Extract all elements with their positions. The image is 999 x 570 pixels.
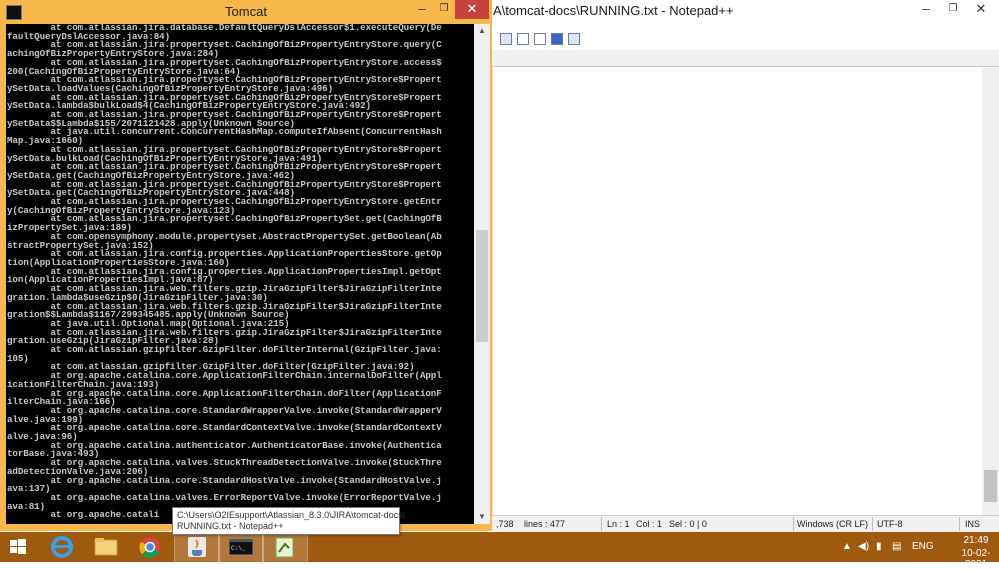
status-selection: Sel : 0 | 0: [669, 519, 707, 529]
npp-close-icon[interactable]: ✕: [966, 0, 996, 20]
tomcat-titlebar[interactable]: Tomcat – ❐ ✕: [0, 0, 492, 24]
notepadpp-statusbar: ,738 lines : 477 Ln : 1 Col : 1 Sel : 0 …: [492, 515, 999, 533]
folder-icon: [94, 538, 118, 556]
npp-minimize-icon[interactable]: –: [912, 0, 940, 20]
tomcat-maximize-icon[interactable]: ❐: [433, 0, 455, 20]
taskbar-console[interactable]: C:\_: [218, 532, 264, 562]
taskbar-java-app[interactable]: [174, 532, 220, 562]
java-icon: [188, 537, 206, 557]
internet-explorer-icon: [51, 536, 73, 558]
status-column: Col : 1: [636, 519, 663, 529]
status-line: Ln : 1: [607, 519, 630, 529]
volume-icon[interactable]: ◀): [858, 541, 869, 552]
show-hidden-icons-icon[interactable]: ▲: [842, 541, 852, 552]
taskbar-notepadpp[interactable]: [262, 532, 308, 562]
taskbar-file-explorer[interactable]: [84, 532, 128, 562]
tomcat-close-icon[interactable]: ✕: [455, 0, 489, 19]
macro-record-icon[interactable]: [500, 33, 512, 45]
notepadpp-toolbar: [492, 28, 999, 51]
start-button[interactable]: [0, 532, 44, 562]
status-lines: lines : 477: [524, 519, 566, 529]
notepadpp-editor[interactable]: [492, 67, 983, 515]
windows-taskbar: C:\_ ▲ ◀) ▮ ▤ ENG 21:49 10-02-2021: [0, 532, 999, 570]
power-icon[interactable]: ▮: [876, 541, 882, 552]
npp-maximize-icon[interactable]: ❐: [942, 0, 964, 20]
tooltip-title: RUNNING.txt - Notepad++: [177, 521, 284, 531]
console-output[interactable]: at com.atlassian.jira.database.DefaultQu…: [6, 24, 474, 524]
notepadpp-icon: [275, 537, 294, 558]
windows-logo-icon: [10, 539, 26, 554]
taskbar-internet-explorer[interactable]: [40, 532, 84, 562]
clock-time[interactable]: 21:49: [953, 535, 999, 546]
language-indicator[interactable]: ENG: [912, 541, 934, 552]
macro-run-multiple-icon[interactable]: [551, 33, 563, 45]
console-vertical-scrollbar[interactable]: ▲ ▼: [474, 24, 490, 524]
tooltip-path: C:\Users\O2IEsupport\Atlassian_8.3.0\JIR…: [177, 510, 406, 520]
clock-date[interactable]: 10-02-2021: [953, 548, 999, 570]
taskbar-tooltip: C:\Users\O2IEsupport\Atlassian_8.3.0\JIR…: [172, 507, 405, 535]
macro-save-icon[interactable]: [568, 33, 580, 45]
macro-play-icon[interactable]: [534, 33, 546, 45]
command-prompt-icon: C:\_: [228, 538, 254, 556]
tomcat-minimize-icon[interactable]: –: [411, 0, 433, 20]
taskbar-chrome[interactable]: [128, 532, 172, 562]
scroll-up-icon[interactable]: ▲: [474, 24, 490, 38]
notepadpp-tabbar[interactable]: [492, 50, 999, 67]
console-scroll-thumb[interactable]: [476, 230, 488, 342]
macro-stop-icon[interactable]: [517, 33, 529, 45]
status-insert-mode: INS: [965, 519, 981, 529]
editor-vertical-scrollbar[interactable]: [982, 67, 999, 515]
status-encoding[interactable]: UTF-8: [877, 519, 903, 529]
svg-text:C:\_: C:\_: [231, 545, 246, 552]
console-log-text: at com.atlassian.jira.database.DefaultQu…: [7, 24, 442, 521]
network-icon[interactable]: ▤: [892, 541, 901, 552]
tomcat-console-window[interactable]: Tomcat – ❐ ✕ at com.atlassian.jira.datab…: [0, 0, 492, 531]
notepadpp-title: A\tomcat-docs\RUNNING.txt - Notepad++: [493, 3, 734, 18]
chrome-icon: [139, 537, 160, 558]
status-eol[interactable]: Windows (CR LF): [797, 519, 868, 529]
status-length: ,738: [496, 519, 514, 529]
editor-scroll-thumb[interactable]: [984, 470, 997, 502]
scroll-down-icon[interactable]: ▼: [474, 510, 490, 524]
